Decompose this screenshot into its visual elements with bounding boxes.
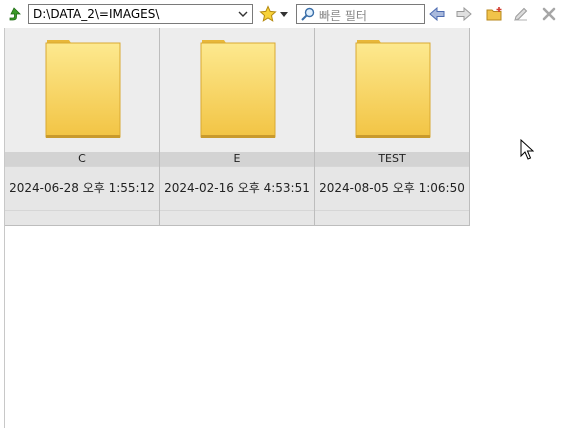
file-list-pane[interactable]: C 2024-06-28 오후 1:55:12 E 2024-02-16 오후 … bbox=[4, 28, 572, 428]
favorites-button[interactable] bbox=[259, 5, 277, 23]
folder-icon bbox=[200, 40, 276, 138]
path-combobox[interactable]: D:\DATA_2\=IMAGES\ bbox=[28, 4, 253, 24]
divider bbox=[160, 166, 314, 167]
folder-tile[interactable]: C 2024-06-28 오후 1:55:12 bbox=[5, 28, 160, 226]
folder-name: TEST bbox=[315, 152, 469, 166]
modified-date: 2024-08-05 오후 1:06:50 bbox=[319, 181, 465, 195]
star-icon bbox=[259, 5, 277, 22]
folder-name: E bbox=[160, 152, 314, 166]
mouse-pointer-icon bbox=[520, 139, 534, 160]
quick-filter-input[interactable]: 빠른 필터 bbox=[296, 4, 425, 24]
folder-name: C bbox=[5, 152, 159, 166]
folder-tile[interactable]: E 2024-02-16 오후 4:53:51 bbox=[160, 28, 315, 226]
thumbnail-area bbox=[160, 28, 314, 152]
search-icon bbox=[301, 7, 315, 21]
modified-date: 2024-02-16 오후 4:53:51 bbox=[164, 181, 310, 195]
arrow-left-icon bbox=[429, 6, 445, 22]
folder-tile[interactable]: TEST 2024-08-05 오후 1:06:50 bbox=[315, 28, 470, 226]
back-button[interactable] bbox=[429, 6, 445, 22]
up-arrow-icon bbox=[9, 7, 21, 21]
quick-filter-placeholder: 빠른 필터 bbox=[319, 9, 367, 23]
path-text: D:\DATA_2\=IMAGES\ bbox=[33, 7, 160, 21]
rename-button[interactable] bbox=[513, 6, 529, 22]
divider bbox=[315, 210, 469, 211]
delete-button[interactable] bbox=[541, 6, 557, 22]
modified-date: 2024-06-28 오후 1:55:12 bbox=[9, 181, 155, 195]
divider bbox=[5, 166, 159, 167]
divider bbox=[5, 210, 159, 211]
divider bbox=[160, 210, 314, 211]
folder-icon bbox=[355, 40, 431, 138]
go-up-button[interactable] bbox=[5, 5, 23, 23]
close-x-icon bbox=[542, 7, 556, 21]
forward-button[interactable] bbox=[456, 6, 472, 22]
folder-icon bbox=[45, 40, 121, 138]
favorites-dropdown[interactable] bbox=[279, 9, 289, 19]
toolbar: D:\DATA_2\=IMAGES\ 빠른 필터 bbox=[0, 0, 572, 28]
chevron-down-icon[interactable] bbox=[236, 8, 250, 20]
thumbnail-area bbox=[5, 28, 159, 152]
caret-down-icon bbox=[280, 12, 288, 17]
divider bbox=[315, 166, 469, 167]
arrow-right-icon bbox=[456, 6, 472, 22]
new-folder-icon bbox=[486, 7, 502, 21]
new-folder-button[interactable] bbox=[486, 5, 504, 23]
edit-pen-icon bbox=[514, 7, 528, 21]
thumbnail-area bbox=[315, 28, 469, 152]
